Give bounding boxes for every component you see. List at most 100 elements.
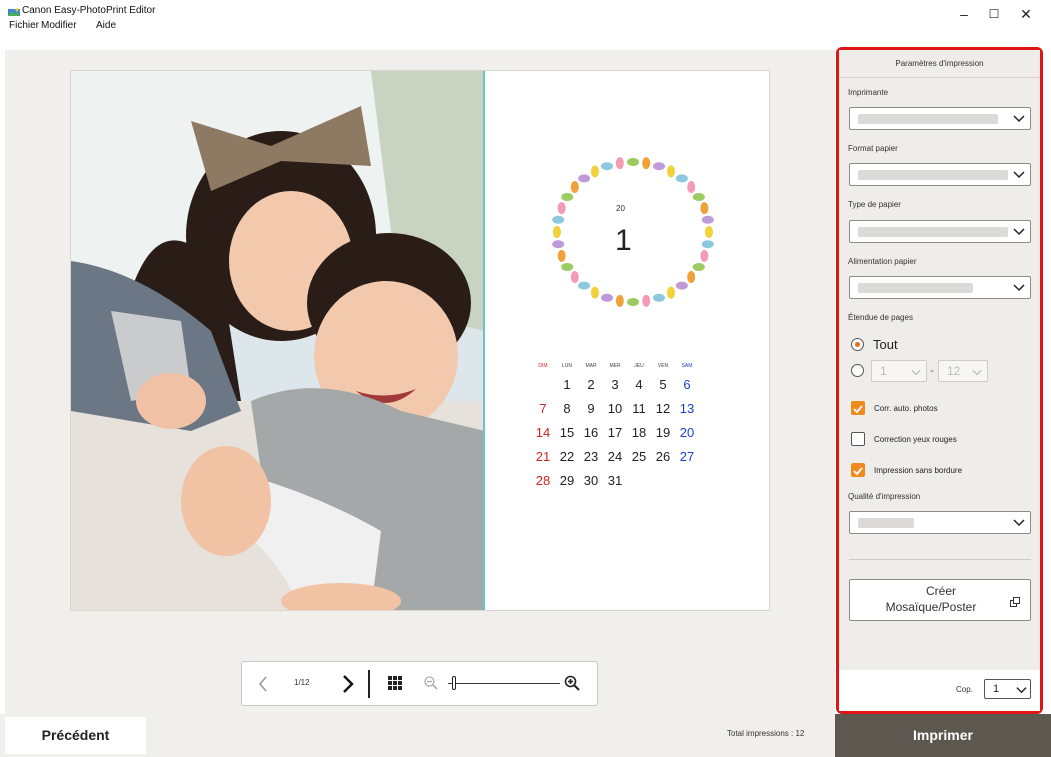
page-range-from-select[interactable]: 1 [871,360,927,382]
redacted-value [858,283,973,293]
zoom-slider-thumb[interactable] [452,676,457,690]
copies-footer: Cop. 1 [839,670,1040,711]
weekday-header: DIM [538,363,548,369]
app-title: Canon Easy-PhotoPrint Editor [22,5,156,16]
calendar-day: 14 [535,425,551,440]
page-range-all-radio[interactable] [851,338,864,351]
copies-select[interactable]: 1 [984,679,1031,699]
calendar-month: 1 [615,224,632,257]
printer-label: Imprimante [848,88,889,97]
borderless-label: Impression sans bordure [874,466,963,475]
red-eye-checkbox[interactable] [851,432,865,446]
external-window-icon [1010,597,1020,607]
print-settings-panel: Paramètres d'impression Imprimante Forma… [836,47,1043,714]
printer-select[interactable] [849,107,1031,130]
calendar-day: 9 [587,401,595,416]
page-range-all-label: Tout [873,337,898,352]
page-range-label: Étendue de pages [848,313,913,322]
red-eye-label: Correction yeux rouges [874,435,957,444]
calendar-day: 26 [655,449,671,464]
calendar-day: 22 [559,449,575,464]
chevron-down-icon [1016,687,1027,694]
calendar-day: 16 [583,425,599,440]
next-page-icon[interactable] [342,675,354,693]
calendar-day: 25 [631,449,647,464]
calendar-day: 11 [632,401,646,416]
calendar-day: 5 [659,377,667,392]
calendar-day: 30 [583,473,599,488]
paper-type-select[interactable] [849,220,1031,243]
chevron-down-icon [1013,284,1025,292]
title-bar: Canon Easy-PhotoPrint Editor – ☐ ✕ [0,0,1051,34]
calendar-day: 12 [655,401,671,416]
flower-wreath-image [552,157,714,307]
calendar-day: 28 [535,473,551,488]
app-icon [8,8,20,16]
redacted-value [858,518,914,528]
calendar-page[interactable]: 20 1 DIM LUN MAR MER JEU VEN SAM 1234567… [487,71,769,610]
print-button[interactable]: Imprimer [835,714,1051,757]
checkmark-icon [853,405,863,414]
checkmark-icon [853,467,863,476]
page-range-custom-radio[interactable] [851,364,864,377]
calendar-day: 18 [631,425,647,440]
photo[interactable] [71,71,485,610]
children-photo-image [71,71,483,610]
paper-size-select[interactable] [849,163,1031,186]
calendar-day: 8 [563,401,571,416]
paper-source-label: Alimentation papier [848,257,917,266]
print-quality-select[interactable] [849,511,1031,534]
close-button[interactable]: ✕ [1016,6,1036,22]
maximize-button[interactable]: ☐ [984,6,1004,22]
page-navigation-toolbar: 1/12 [241,661,598,706]
menu-fichier[interactable]: Fichier [9,20,39,31]
calendar-spread: 20 1 DIM LUN MAR MER JEU VEN SAM 1234567… [70,70,770,611]
calendar-day: 1 [563,377,571,392]
chevron-down-icon [1013,115,1025,123]
calendar-day: 27 [679,449,695,464]
page-range-to-select[interactable]: 12 [938,360,988,382]
calendar-day: 10 [607,401,623,416]
borderless-checkbox[interactable] [851,463,865,477]
zoom-out-icon[interactable] [424,676,438,690]
print-quality-label: Qualité d'impression [848,492,921,501]
page-range-separator: - [930,363,934,377]
calendar-day: 24 [607,449,623,464]
paper-source-select[interactable] [849,276,1031,299]
calendar-day: 7 [539,401,547,416]
menu-aide[interactable]: Aide [96,20,116,31]
calendar-day: 31 [607,473,623,488]
total-impressions: Total impressions : 12 [727,729,805,738]
weekday-header: VEN [657,363,669,369]
redacted-value [858,170,1008,180]
previous-button[interactable]: Précédent [5,717,146,754]
chevron-down-icon [972,369,982,376]
auto-photo-fix-label: Corr. auto. photos [874,404,938,413]
minimize-button[interactable]: – [954,6,974,22]
previous-page-icon[interactable] [258,676,268,692]
panel-divider [849,559,1031,560]
weekday-header: LUN [561,363,572,369]
redacted-value [858,114,998,124]
auto-photo-fix-checkbox[interactable] [851,401,865,415]
calendar-day: 20 [679,425,695,440]
create-mosaic-poster-button[interactable]: Créer Mosaïque/Poster [849,579,1031,621]
calendar-day: 21 [535,449,551,464]
toolbar-divider [368,670,370,698]
grid-view-icon[interactable] [388,676,402,690]
settings-panel-title: Paramètres d'impression [839,50,1040,78]
zoom-in-icon[interactable] [564,675,580,691]
calendar-day: 15 [559,425,575,440]
calendar-year: 20 [616,204,625,213]
calendar-day: 2 [587,377,595,392]
weekday-header: SAM [681,363,693,369]
calendar-day: 29 [559,473,575,488]
page-indicator: 1/12 [294,678,310,687]
zoom-slider-track[interactable] [448,683,560,684]
paper-size-label: Format papier [848,144,898,153]
calendar-day: 23 [583,449,599,464]
menu-modifier[interactable]: Modifier [41,20,77,31]
calendar-day: 3 [611,377,619,392]
chevron-down-icon [911,369,921,376]
redacted-value [858,227,1008,237]
